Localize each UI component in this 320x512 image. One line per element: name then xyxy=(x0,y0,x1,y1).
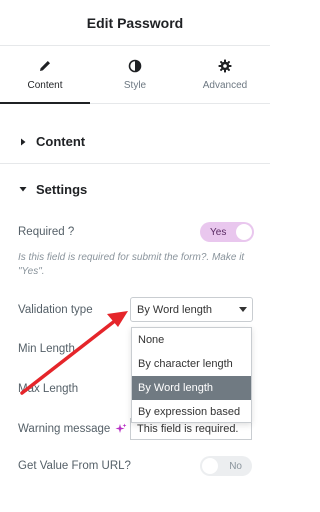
gear-icon xyxy=(218,59,232,73)
sparkle-icon[interactable] xyxy=(115,423,127,435)
tab-label: Content xyxy=(27,80,63,91)
warning-message-label: Warning message xyxy=(18,423,111,435)
tab-advanced[interactable]: Advanced xyxy=(180,46,270,103)
tab-label: Style xyxy=(123,80,147,91)
max-length-label: Max Length xyxy=(18,383,79,395)
min-length-label: Min Length xyxy=(18,343,75,355)
tab-label: Advanced xyxy=(202,80,248,91)
dropdown-option-character-length[interactable]: By character length xyxy=(132,352,251,376)
tab-style[interactable]: Style xyxy=(90,46,180,103)
half-circle-icon xyxy=(128,59,142,73)
toggle-knob xyxy=(236,224,252,240)
pencil-icon xyxy=(40,61,50,71)
toggle-text: No xyxy=(229,460,242,472)
toggle-knob xyxy=(202,458,218,474)
dropdown-option-none[interactable]: None xyxy=(132,328,251,352)
required-hint: Is this field is required for submit the… xyxy=(18,252,245,277)
input-value: This field is required. xyxy=(137,422,239,435)
dropdown-option-word-length[interactable]: By Word length xyxy=(132,376,251,400)
dropdown-option-expression[interactable]: By expression based xyxy=(132,400,251,424)
section-content-header[interactable]: Content xyxy=(0,120,270,164)
caret-down-icon xyxy=(19,187,27,192)
validation-type-label: Validation type xyxy=(18,304,93,316)
section-settings-header[interactable]: Settings xyxy=(0,170,270,208)
required-toggle[interactable]: Yes xyxy=(200,222,254,242)
validation-type-dropdown: None By character length By Word length … xyxy=(131,327,252,423)
validation-type-select[interactable]: By Word length xyxy=(130,297,253,322)
tab-bar: Content Style Advanced xyxy=(0,46,270,104)
section-title: Content xyxy=(36,134,86,149)
tab-content[interactable]: Content xyxy=(0,46,90,104)
panel-title: Edit Password xyxy=(86,14,184,31)
required-label: Required ? xyxy=(18,226,75,238)
panel-header: Edit Password xyxy=(0,0,270,46)
get-value-from-url-label: Get Value From URL? xyxy=(18,460,131,472)
get-value-from-url-toggle[interactable]: No xyxy=(200,456,252,476)
caret-right-icon xyxy=(21,138,26,145)
select-value: By Word length xyxy=(137,303,213,316)
section-title: Settings xyxy=(36,181,88,197)
toggle-text: Yes xyxy=(210,226,227,238)
chevron-down-icon xyxy=(239,307,247,312)
